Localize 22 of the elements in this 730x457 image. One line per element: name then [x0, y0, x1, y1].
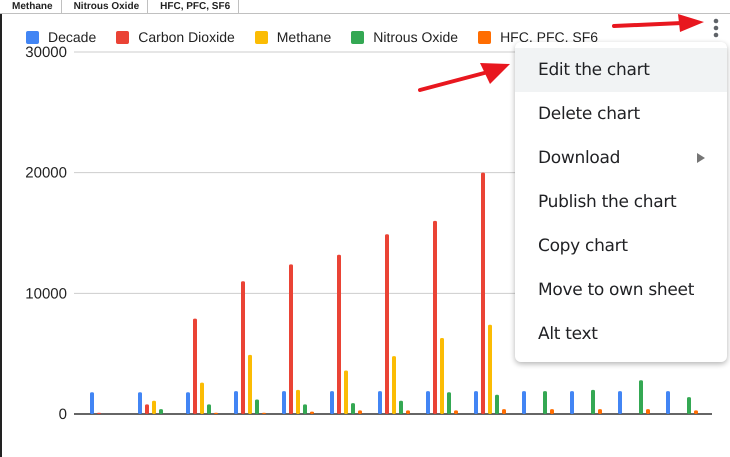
y-axis-label: 10000: [25, 285, 67, 302]
menu-item[interactable]: Move to own sheet: [515, 268, 727, 312]
legend-label: Methane: [276, 29, 332, 45]
y-axis-label: 30000: [25, 44, 67, 61]
arrow-icon: [612, 13, 704, 33]
column-header: Methane: [4, 0, 62, 13]
y-axis-label: 20000: [25, 164, 67, 182]
legend-label: HFC, PFC, SF6: [500, 29, 598, 45]
menu-item[interactable]: Copy chart: [515, 224, 727, 268]
menu-item[interactable]: Delete chart: [515, 92, 727, 136]
y-axis-label: 0: [58, 406, 67, 423]
column-header: Nitrous Oxide: [66, 0, 148, 13]
legend-label: Decade: [48, 29, 96, 45]
menu-item[interactable]: Download: [515, 136, 727, 180]
legend-label: Carbon Dioxide: [138, 29, 235, 45]
menu-item[interactable]: Edit the chart: [515, 48, 727, 92]
more-options-icon[interactable]: [712, 18, 720, 38]
column-header: HFC, PFC, SF6: [152, 0, 240, 13]
arrow-icon: [418, 60, 510, 94]
menu-item[interactable]: Publish the chart: [515, 180, 727, 224]
menu-item[interactable]: Alt text: [515, 312, 727, 356]
legend-label: Nitrous Oxide: [373, 29, 458, 45]
